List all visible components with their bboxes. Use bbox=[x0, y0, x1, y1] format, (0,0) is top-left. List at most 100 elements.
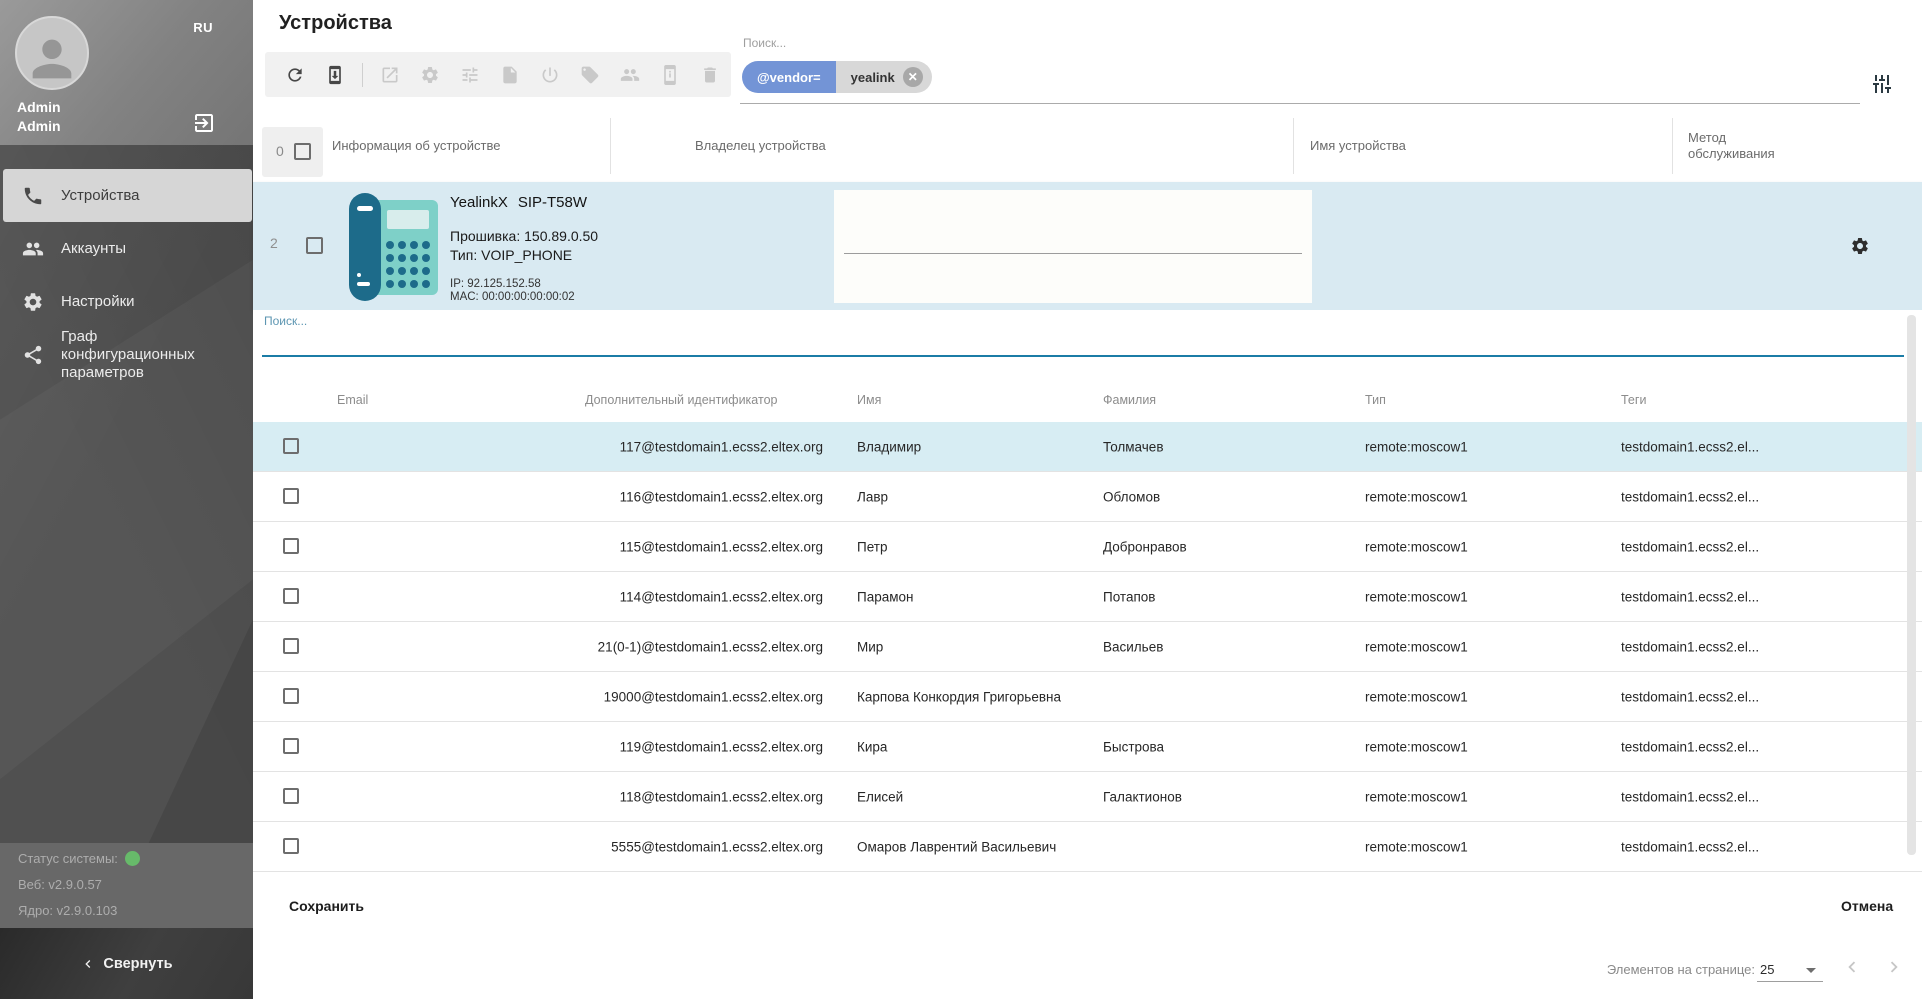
gear-icon bbox=[1850, 236, 1870, 256]
table-row[interactable]: 117@testdomain1.ecss2.eltex.org Владимир… bbox=[253, 422, 1922, 472]
table-row[interactable]: 21(0-1)@testdomain1.ecss2.eltex.org Мир … bbox=[253, 622, 1922, 672]
page-size-select[interactable]: 25 bbox=[1760, 962, 1774, 977]
cell-last-name: Потапов bbox=[1103, 589, 1155, 604]
sidebar-item-settings[interactable]: Настройки bbox=[0, 275, 253, 328]
cancel-button[interactable]: Отмена bbox=[1841, 898, 1893, 914]
row-checkbox[interactable] bbox=[283, 438, 299, 454]
cell-tags: testdomain1.ecss2.el... bbox=[1621, 539, 1759, 554]
sidebar-menu: Устройства Аккаунты Настройки Граф конфи… bbox=[0, 145, 253, 382]
next-page-button[interactable] bbox=[1883, 956, 1905, 978]
cell-type: remote:moscow1 bbox=[1365, 539, 1468, 554]
cell-tags: testdomain1.ecss2.el... bbox=[1621, 589, 1759, 604]
sidebar-item-accounts[interactable]: Аккаунты bbox=[0, 222, 253, 275]
assign-users-button[interactable] bbox=[618, 63, 642, 87]
row-checkbox[interactable] bbox=[283, 588, 299, 604]
sidebar-item-devices[interactable]: Устройства bbox=[3, 169, 252, 222]
row-checkbox[interactable] bbox=[283, 838, 299, 854]
table-row[interactable]: 115@testdomain1.ecss2.eltex.org Петр Доб… bbox=[253, 522, 1922, 572]
avatar[interactable] bbox=[15, 16, 89, 90]
language-switcher[interactable]: RU bbox=[193, 20, 213, 35]
collapse-sidebar-button[interactable]: Свернуть bbox=[0, 928, 253, 999]
chip-close-button[interactable]: ✕ bbox=[903, 67, 923, 87]
column-service-method: Метод обслуживания bbox=[1688, 130, 1803, 162]
cell-last-name: Быстрова bbox=[1103, 739, 1164, 754]
table-row[interactable]: 119@testdomain1.ecss2.eltex.org Кира Быс… bbox=[253, 722, 1922, 772]
owner-input-underline bbox=[844, 253, 1302, 254]
copy-config-button[interactable] bbox=[498, 63, 522, 87]
people-icon bbox=[22, 238, 44, 260]
cell-type: remote:moscow1 bbox=[1365, 439, 1468, 454]
phone-handset bbox=[349, 193, 381, 301]
power-button[interactable] bbox=[538, 63, 562, 87]
column-email: Email bbox=[337, 392, 368, 408]
device-type: Тип: VOIP_PHONE bbox=[450, 247, 598, 264]
cell-first-name: Кира bbox=[857, 739, 887, 754]
toolbar-divider bbox=[362, 63, 363, 87]
device-toolbar bbox=[265, 52, 731, 97]
table-row[interactable]: 114@testdomain1.ecss2.eltex.org Парамон … bbox=[253, 572, 1922, 622]
owner-search-input[interactable] bbox=[262, 355, 1904, 357]
tune-parameters-button[interactable] bbox=[458, 63, 482, 87]
cell-first-name: Мир bbox=[857, 639, 883, 654]
row-checkbox[interactable] bbox=[283, 638, 299, 654]
cell-additional-id: 5555@testdomain1.ecss2.eltex.org bbox=[433, 839, 823, 854]
chevron-left-icon bbox=[1841, 956, 1863, 978]
cell-last-name: Обломов bbox=[1103, 489, 1160, 504]
column-filter-button[interactable] bbox=[1870, 72, 1898, 100]
cell-type: remote:moscow1 bbox=[1365, 789, 1468, 804]
row-checkbox[interactable] bbox=[283, 788, 299, 804]
user-name-line1: Admin bbox=[17, 98, 61, 117]
column-device-info: Информация об устройстве bbox=[332, 138, 500, 154]
delete-device-button[interactable] bbox=[698, 63, 722, 87]
table-row[interactable]: 5555@testdomain1.ecss2.eltex.org Омаров … bbox=[253, 822, 1922, 872]
sidebar-item-config-graph[interactable]: Граф конфигурационных параметров bbox=[0, 328, 253, 382]
row-checkbox[interactable] bbox=[283, 488, 299, 504]
device-table-header: 0 Информация об устройстве Владелец устр… bbox=[253, 110, 1922, 182]
device-info-button[interactable] bbox=[658, 63, 682, 87]
tag-button[interactable] bbox=[578, 63, 602, 87]
column-type: Тип bbox=[1365, 392, 1386, 408]
table-row[interactable]: 118@testdomain1.ecss2.eltex.org Елисей Г… bbox=[253, 772, 1922, 822]
device-model: YealinkX SIP-T58W bbox=[450, 194, 598, 212]
column-divider bbox=[1672, 118, 1673, 174]
service-method-settings-button[interactable] bbox=[1850, 236, 1870, 256]
cell-first-name: Омаров Лаврентий Васильевич bbox=[857, 839, 1056, 854]
gear-icon bbox=[22, 291, 44, 313]
device-owner-edit-field[interactable] bbox=[834, 190, 1312, 303]
device-settings-button[interactable] bbox=[418, 63, 442, 87]
save-button[interactable]: Сохранить bbox=[289, 898, 364, 914]
trash-icon bbox=[700, 65, 720, 85]
row-checkbox[interactable] bbox=[283, 738, 299, 754]
cell-tags: testdomain1.ecss2.el... bbox=[1621, 639, 1759, 654]
chevron-down-icon[interactable] bbox=[1806, 968, 1816, 973]
share-graph-icon bbox=[22, 344, 44, 366]
vertical-scrollbar[interactable] bbox=[1907, 315, 1916, 855]
edit-device-button[interactable] bbox=[378, 63, 402, 87]
device-firmware: Прошивка: 150.89.0.50 bbox=[450, 228, 598, 245]
chevron-right-icon bbox=[1883, 956, 1905, 978]
table-row[interactable]: 116@testdomain1.ecss2.eltex.org Лавр Обл… bbox=[253, 472, 1922, 522]
refresh-button[interactable] bbox=[283, 63, 307, 87]
logout-button[interactable] bbox=[192, 111, 216, 135]
device-row[interactable]: 2 YealinkX SIP-T58W Прошивка: 150.89.0.5… bbox=[253, 182, 1922, 310]
row-checkbox[interactable] bbox=[283, 688, 299, 704]
chip-value: yealink bbox=[851, 70, 895, 85]
column-device-name: Имя устройства bbox=[1310, 138, 1406, 154]
system-status-block: Статус системы: Веб: v2.9.0.57 Ядро: v2.… bbox=[0, 843, 253, 928]
table-row[interactable]: 19000@testdomain1.ecss2.eltex.org Карпов… bbox=[253, 672, 1922, 722]
system-status-label: Статус системы: bbox=[18, 851, 118, 866]
cell-additional-id: 19000@testdomain1.ecss2.eltex.org bbox=[433, 689, 823, 704]
device-checkbox[interactable] bbox=[306, 237, 323, 254]
search-filter-chip[interactable]: @vendor= yealink ✕ bbox=[742, 61, 932, 93]
device-update-button[interactable] bbox=[323, 63, 347, 87]
select-all-checkbox[interactable] bbox=[294, 143, 311, 160]
cell-last-name: Толмачев bbox=[1103, 439, 1164, 454]
search-input[interactable] bbox=[740, 103, 1860, 104]
row-checkbox[interactable] bbox=[283, 538, 299, 554]
owner-select-panel: Поиск... Email Дополнительный идентифика… bbox=[253, 310, 1922, 999]
sidebar-header: RU Admin Admin bbox=[0, 0, 253, 145]
previous-page-button[interactable] bbox=[1841, 956, 1863, 978]
device-vendor: YealinkX bbox=[450, 194, 508, 212]
edit-open-icon bbox=[380, 65, 400, 85]
sidebar-item-label: Граф конфигурационных параметров bbox=[61, 328, 233, 382]
